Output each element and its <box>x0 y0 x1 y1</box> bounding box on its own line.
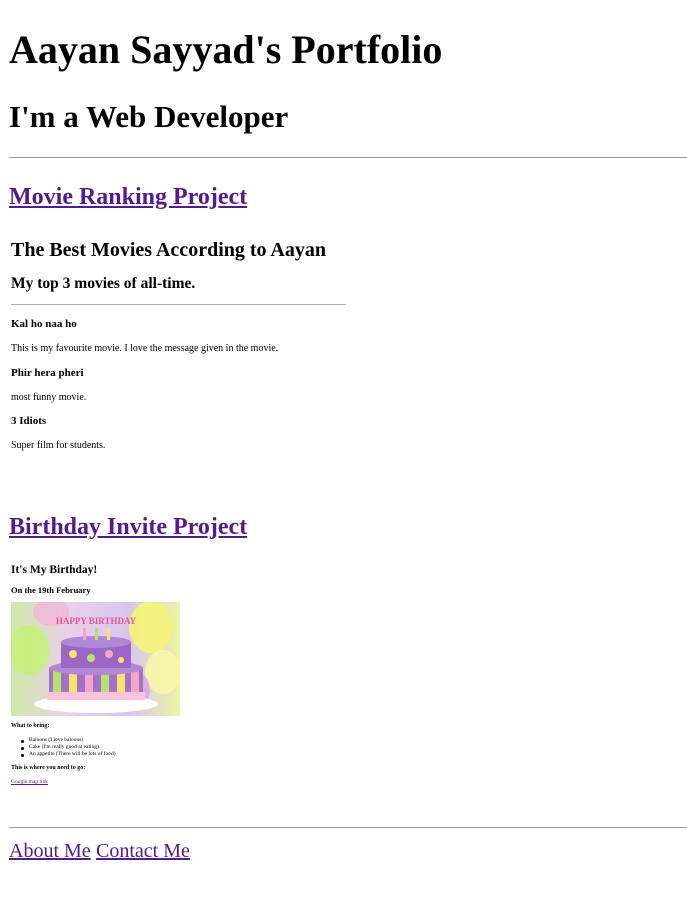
movie-description: Super film for students. <box>11 440 106 451</box>
bring-heading: What to bring: <box>11 723 50 729</box>
movie-description: most funny movie. <box>11 392 87 403</box>
movie-frame-subtitle: My top 3 movies of all-time. <box>11 275 196 292</box>
movie-frame-divider <box>11 304 346 305</box>
birthday-date: On the 19th February <box>11 585 91 595</box>
list-item: An appetite (There will be lots of food) <box>29 751 116 757</box>
movie-ranking-frame: The Best Movies According to Aayan My to… <box>9 225 687 475</box>
movie-frame-title: The Best Movies According to Aayan <box>11 239 326 261</box>
bullet-icon <box>21 740 24 743</box>
page-subtitle: I'm a Web Developer <box>9 99 289 134</box>
movie-name: Phir hera pheri <box>11 367 84 379</box>
bullet-icon <box>21 754 24 757</box>
birthday-invite-frame: It's My Birthday! On the 19th February H… <box>9 555 687 805</box>
movie-description: This is my favourite movie. I love the m… <box>11 343 279 354</box>
contact-me-link[interactable]: Contact Me <box>96 841 190 861</box>
movie-name: 3 Idiots <box>11 415 47 427</box>
bullet-icon <box>21 747 24 750</box>
divider-bottom <box>9 827 687 828</box>
birthday-project-link[interactable]: Birthday Invite Project <box>9 515 247 539</box>
list-item: Baloons (I love baloons) <box>29 737 84 743</box>
movie-project-link[interactable]: Movie Ranking Project <box>9 185 247 209</box>
birthday-title: It's My Birthday! <box>11 564 98 576</box>
movie-name: Kal ho naa ho <box>11 318 77 330</box>
page-title: Aayan Sayyad's Portfolio <box>9 27 443 72</box>
cake-text: HAPPY BIRTHDAY <box>56 616 137 626</box>
about-me-link[interactable]: About Me <box>9 841 91 861</box>
location-heading: This is where you need to go: <box>11 765 86 771</box>
divider-top <box>9 157 687 158</box>
birthday-cake-image: HAPPY BIRTHDAY <box>11 602 180 716</box>
list-item: Cake (I'm really good at eating) <box>29 744 99 750</box>
google-map-link[interactable]: Google map link <box>11 779 48 785</box>
